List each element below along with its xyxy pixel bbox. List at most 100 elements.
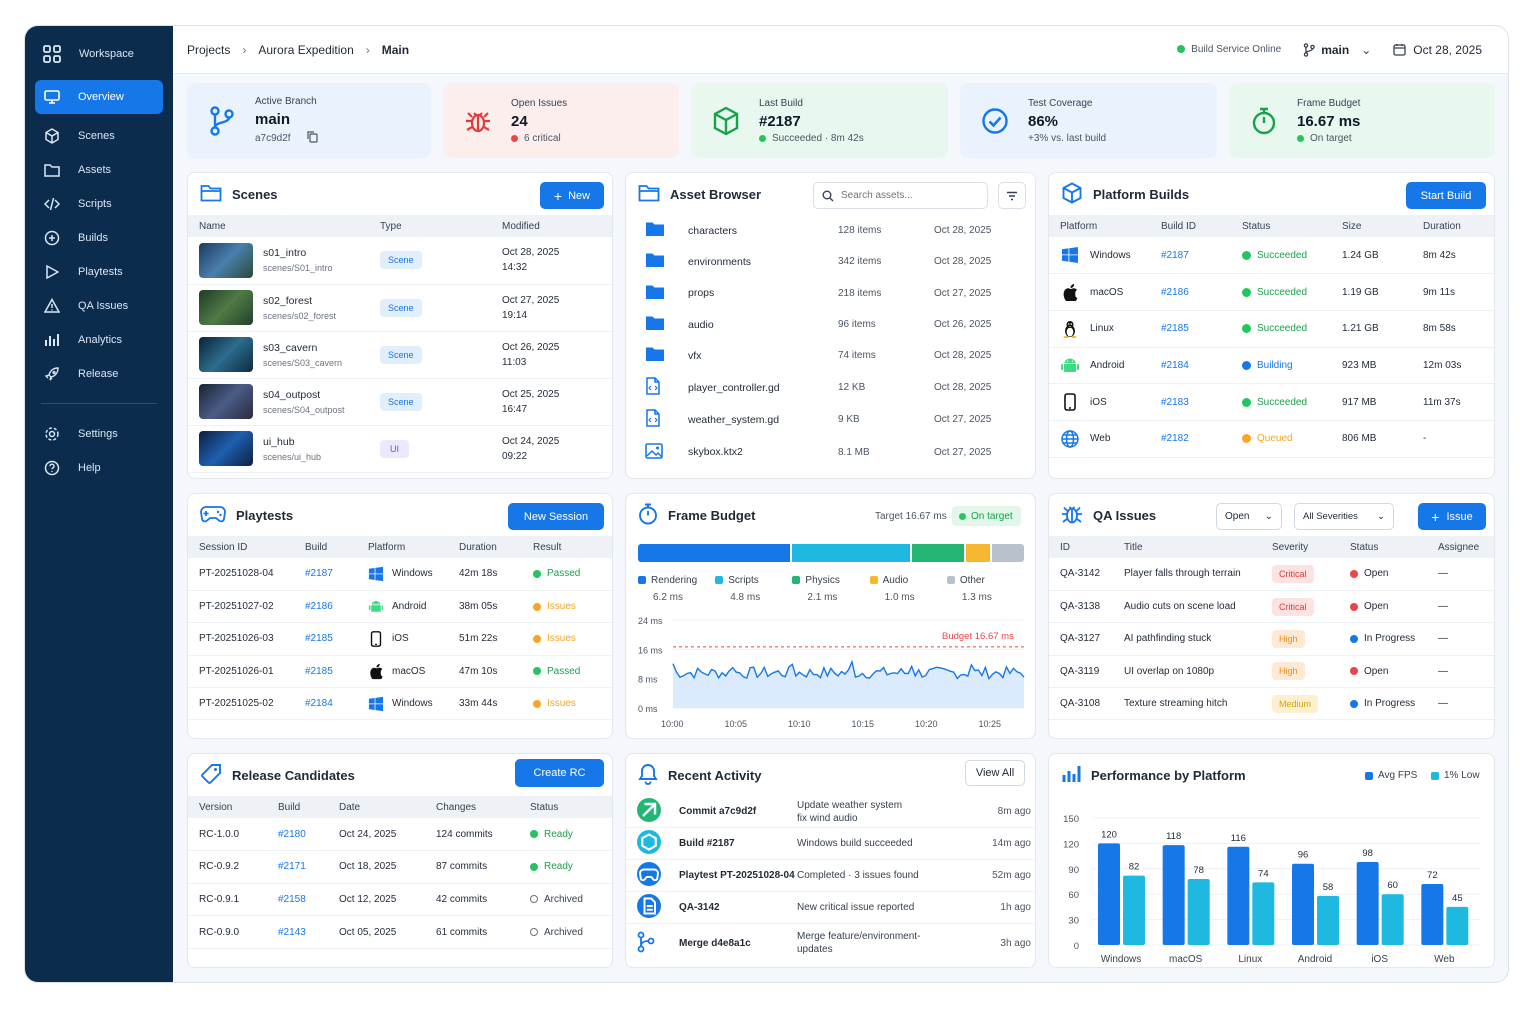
table-row[interactable]: RC-0.9.1 #2158 Oct 12, 2025 42 commits A… (188, 883, 612, 917)
list-item[interactable]: characters 128 items Oct 28, 2025 (626, 215, 1035, 246)
build-id-link[interactable]: #2187 (1150, 237, 1231, 275)
table-row[interactable]: PT-20251028-04 #2187 Windows 42m 18s Pas… (188, 558, 612, 591)
table-row[interactable]: Linux #2185 Succeeded 1.21 GB 8m 58s (1049, 310, 1494, 348)
git-branch-icon (207, 105, 237, 136)
new-session-button[interactable]: New Session (508, 503, 604, 530)
table-row[interactable]: QA-3138 Audio cuts on scene load Critica… (1049, 590, 1494, 624)
list-item[interactable]: Build #2187 Windows build succeeded 14m … (626, 828, 1035, 860)
breadcrumb-project[interactable]: Aurora Expedition (258, 43, 353, 57)
build-link[interactable]: #2180 (267, 818, 328, 852)
build-link[interactable]: #2158 (267, 883, 328, 917)
commit-hash: a7c9d2f (255, 132, 291, 144)
table-row[interactable]: RC-0.9.0 #2143 Oct 05, 2025 61 commits A… (188, 915, 612, 949)
table-row[interactable]: QA-3108 Texture streaming hitch Medium I… (1049, 687, 1494, 721)
table-row[interactable]: ui_hub scenes/ui_hub UI Oct 24, 2025 09:22 (188, 425, 612, 473)
table-row[interactable]: QA-3142 Player falls through terrain Cri… (1049, 558, 1494, 591)
sidebar-item-scenes[interactable]: Scenes (35, 119, 163, 153)
build-link[interactable]: #2171 (267, 850, 328, 884)
chevron-right-icon: › (242, 42, 247, 57)
build-id-link[interactable]: #2186 (1150, 273, 1231, 311)
create-rc-button[interactable]: Create RC (515, 759, 604, 787)
start-build-button[interactable]: Start Build (1406, 182, 1486, 209)
list-item[interactable]: Commit a7c9d2f Update weather system fix … (626, 796, 1035, 828)
copy-icon[interactable] (306, 130, 318, 146)
sidebar-item-qa-issues[interactable]: QA Issues (35, 289, 163, 323)
table-row[interactable]: Web #2182 Queued 806 MB - (1049, 420, 1494, 458)
sidebar-item-scripts[interactable]: Scripts (35, 187, 163, 221)
cube-icon (1061, 181, 1083, 207)
build-link[interactable]: #2184 (294, 687, 357, 721)
issue-title: Texture streaming hitch (1113, 687, 1261, 721)
table-row[interactable]: s02_forest scenes/s02_forest Scene Oct 27… (188, 284, 612, 332)
frame-segment-scripts (792, 544, 910, 562)
bar-1-low-ios (1381, 894, 1404, 945)
scene-name: s03_cavern (263, 341, 318, 354)
build-link[interactable]: #2185 (294, 655, 357, 689)
list-item[interactable]: QA-3142 New critical issue reported 1h a… (626, 892, 1035, 924)
workspace-switcher[interactable]: Workspace (25, 26, 173, 81)
column-header: Build ID (1150, 215, 1231, 237)
list-item[interactable]: Merge d4e8a1c Merge feature/environment-… (626, 924, 1035, 962)
table-row[interactable]: PT-20251025-02 #2184 Windows 33m 44s Iss… (188, 687, 612, 721)
build-link[interactable]: #2185 (294, 622, 357, 656)
build-id-link[interactable]: #2184 (1150, 347, 1231, 385)
table-row[interactable]: Android #2184 Building 923 MB 12m 03s (1049, 347, 1494, 385)
table-row[interactable]: s03_cavern scenes/S03_cavern Scene Oct 26… (188, 331, 612, 379)
sidebar-item-analytics[interactable]: Analytics (35, 323, 163, 357)
view-all-button[interactable]: View All (965, 760, 1025, 786)
sidebar-item-assets[interactable]: Assets (35, 153, 163, 187)
build-link[interactable]: #2186 (294, 590, 357, 624)
sidebar-item-label: Playtests (78, 266, 123, 278)
sidebar-item-overview[interactable]: Overview (35, 80, 163, 114)
table-row[interactable]: iOS #2183 Succeeded 917 MB 11m 37s (1049, 383, 1494, 421)
filter-button[interactable] (998, 182, 1026, 209)
list-item[interactable]: audio 96 items Oct 26, 2025 (626, 309, 1035, 340)
new-scene-button[interactable]: + New (540, 182, 604, 209)
sidebar-item-playtests[interactable]: Playtests (35, 255, 163, 289)
table-row[interactable]: PT-20251026-03 #2185 iOS 51m 22s Issues (188, 622, 612, 656)
activity-description: New critical issue reported (797, 902, 915, 913)
release-candidates-panel: Release Candidates Create RC Version Buil… (187, 753, 613, 968)
build-id-link[interactable]: #2185 (1150, 310, 1231, 348)
search-input[interactable] (841, 190, 976, 201)
platform-name: iOS (1090, 396, 1107, 408)
build-id-link[interactable]: #2183 (1150, 383, 1231, 421)
table-row[interactable]: PT-20251027-02 #2186 Android 38m 05s Iss… (188, 590, 612, 624)
build-id-link[interactable]: #2182 (1150, 420, 1231, 458)
list-item[interactable]: props 218 items Oct 27, 2025 (626, 278, 1035, 309)
list-item[interactable]: environments 342 items Oct 28, 2025 (626, 246, 1035, 277)
sidebar-item-help[interactable]: Help (35, 451, 163, 485)
list-item[interactable]: vfx 74 items Oct 28, 2025 (626, 340, 1035, 371)
list-item[interactable]: skybox.ktx2 8.1 MB Oct 27, 2025 (626, 436, 1035, 468)
table-row[interactable]: s01_intro scenes/S01_intro Scene Oct 28, … (188, 237, 612, 285)
sidebar-item-release[interactable]: Release (35, 357, 163, 391)
branch-selector[interactable]: main ⌄ (1303, 43, 1371, 57)
status-filter-dropdown[interactable]: Open ⌄ (1216, 503, 1282, 530)
list-item[interactable]: weather_system.gd 9 KB Oct 27, 2025 (626, 404, 1035, 436)
date-picker[interactable]: Oct 28, 2025 (1393, 43, 1482, 57)
table-row[interactable]: Windows #2187 Succeeded 1.24 GB 8m 42s (1049, 237, 1494, 275)
table-row[interactable]: s04_outpost scenes/S04_outpost Scene Oct … (188, 378, 612, 426)
table-row[interactable]: QA-3119 UI overlap on 1080p High Open — (1049, 655, 1494, 689)
table-row[interactable]: RC-1.0.0 #2180 Oct 24, 2025 124 commits … (188, 818, 612, 852)
build-link[interactable]: #2187 (294, 558, 357, 591)
list-item[interactable]: Playtest PT-20251028-04 Completed · 3 is… (626, 860, 1035, 892)
table-row[interactable]: PT-20251026-01 #2185 macOS 47m 10s Passe… (188, 655, 612, 689)
list-item[interactable]: player_controller.gd 12 KB Oct 28, 2025 (626, 371, 1035, 403)
sidebar-item-settings[interactable]: Settings (35, 417, 163, 451)
build-link[interactable]: #2143 (267, 915, 328, 949)
status-dot (1177, 45, 1186, 54)
breadcrumb-projects[interactable]: Projects (187, 43, 230, 57)
qa-issues-table: ID Title Severity Status Assignee QA-3142 Pl… (1049, 536, 1494, 721)
add-issue-button[interactable]: + Issue (1418, 503, 1486, 530)
table-row[interactable]: macOS #2186 Succeeded 1.19 GB 9m 11s (1049, 273, 1494, 311)
activity-time: 1h ago (1000, 902, 1031, 913)
sidebar-item-builds[interactable]: Builds (35, 221, 163, 255)
budget-label: Budget 16.67 ms (942, 631, 1014, 642)
table-row[interactable]: QA-3127 AI pathfinding stuck High In Pro… (1049, 622, 1494, 656)
status-dot (533, 699, 541, 708)
status-dot (533, 634, 541, 643)
bar-1-low-web (1446, 906, 1469, 945)
table-row[interactable]: RC-0.9.2 #2171 Oct 18, 2025 87 commits R… (188, 850, 612, 884)
severity-filter-dropdown[interactable]: All Severities ⌄ (1294, 503, 1394, 530)
